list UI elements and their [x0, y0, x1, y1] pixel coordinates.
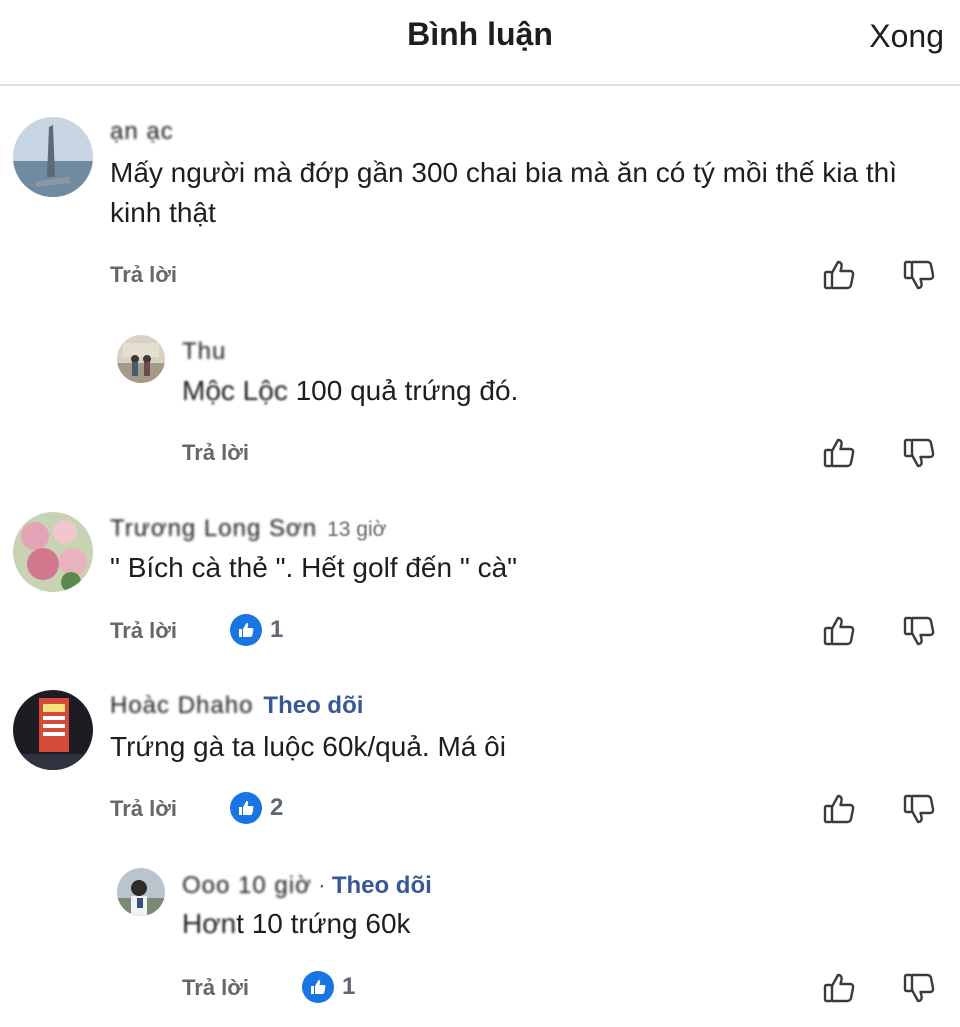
commenter-name[interactable]: Hoàc Dhaho Theo dõi: [110, 692, 363, 720]
thumb-up-icon[interactable]: [822, 792, 856, 826]
commenter-name-text: Trương Long Sơn: [110, 515, 318, 542]
avatar[interactable]: [117, 868, 165, 916]
comment-text: Hơnt 10 trứng 60k: [182, 904, 942, 944]
comment-body: t 10 trứng 60k: [236, 908, 411, 939]
like-badge-icon: [230, 792, 262, 824]
reaction-summary[interactable]: 1: [302, 971, 355, 1003]
thumb-down-icon[interactable]: [902, 792, 936, 826]
thumb-down-icon[interactable]: [902, 258, 936, 292]
mention-text[interactable]: Hơn: [182, 908, 236, 939]
follow-button[interactable]: Theo dõi: [332, 872, 432, 899]
commenter-name-text: ạn ạc: [110, 118, 174, 145]
thumb-down-icon[interactable]: [902, 614, 936, 648]
thumb-up-icon[interactable]: [822, 436, 856, 470]
commenter-name-text: Ooo 10 giờ: [182, 872, 312, 899]
comment-body: Mấy người mà đớp gần 300 chai bia mà ăn …: [110, 157, 897, 228]
comment-body: " Bích cà thẻ ". Hết golf đến " cà": [110, 552, 518, 583]
follow-button[interactable]: Theo dõi: [263, 692, 363, 719]
reply-button[interactable]: Trả lời: [110, 618, 177, 644]
like-badge-icon: [230, 614, 262, 646]
comment-body: Trứng gà ta luộc 60k/quả. Má ôi: [110, 731, 506, 762]
page-title: Bình luận: [407, 16, 553, 52]
header-bar: Bình luận Xong: [0, 0, 960, 86]
reply-button[interactable]: Trả lời: [110, 262, 177, 288]
commenter-name[interactable]: Trương Long Sơn 13 giờ: [110, 515, 386, 543]
done-button[interactable]: Xong: [869, 18, 944, 55]
like-badge-icon: [302, 971, 334, 1003]
reaction-count: 1: [342, 973, 356, 1000]
thumb-down-icon[interactable]: [902, 971, 936, 1005]
mention-text[interactable]: Mộc Lộc: [182, 375, 288, 406]
thumb-up-icon[interactable]: [822, 971, 856, 1005]
avatar[interactable]: [13, 117, 93, 197]
reply-button[interactable]: Trả lời: [182, 975, 249, 1001]
timestamp: 13 giờ: [327, 518, 387, 541]
reaction-count: 1: [270, 616, 284, 643]
reaction-count: 2: [270, 794, 284, 821]
thumb-up-icon[interactable]: [822, 614, 856, 648]
commenter-name-text: Thu: [182, 338, 227, 365]
comment-text: " Bích cà thẻ ". Hết golf đến " cà": [110, 548, 940, 588]
avatar[interactable]: [117, 335, 165, 383]
commenter-name[interactable]: Thu: [182, 338, 226, 366]
thumb-up-icon[interactable]: [822, 258, 856, 292]
comment-body: 100 quả trứng đó.: [287, 375, 519, 406]
thumb-down-icon[interactable]: [902, 436, 936, 470]
reaction-summary[interactable]: 2: [230, 792, 283, 824]
comment-text: Mộc Lộc 100 quả trứng đó.: [182, 371, 942, 411]
reaction-summary[interactable]: 1: [230, 614, 283, 646]
reply-button[interactable]: Trả lời: [182, 440, 249, 466]
avatar[interactable]: [13, 512, 93, 592]
avatar[interactable]: [13, 690, 93, 770]
commenter-name[interactable]: ạn ạc: [110, 118, 174, 146]
comment-text: Trứng gà ta luộc 60k/quả. Má ôi: [110, 727, 940, 767]
commenter-name[interactable]: Ooo 10 giờ · Theo dõi: [182, 872, 432, 900]
comment-text: Mấy người mà đớp gần 300 chai bia mà ăn …: [110, 153, 940, 233]
commenter-name-text: Hoàc Dhaho: [110, 692, 254, 719]
reply-button[interactable]: Trả lời: [110, 796, 177, 822]
separator-dot: ·: [317, 872, 326, 899]
